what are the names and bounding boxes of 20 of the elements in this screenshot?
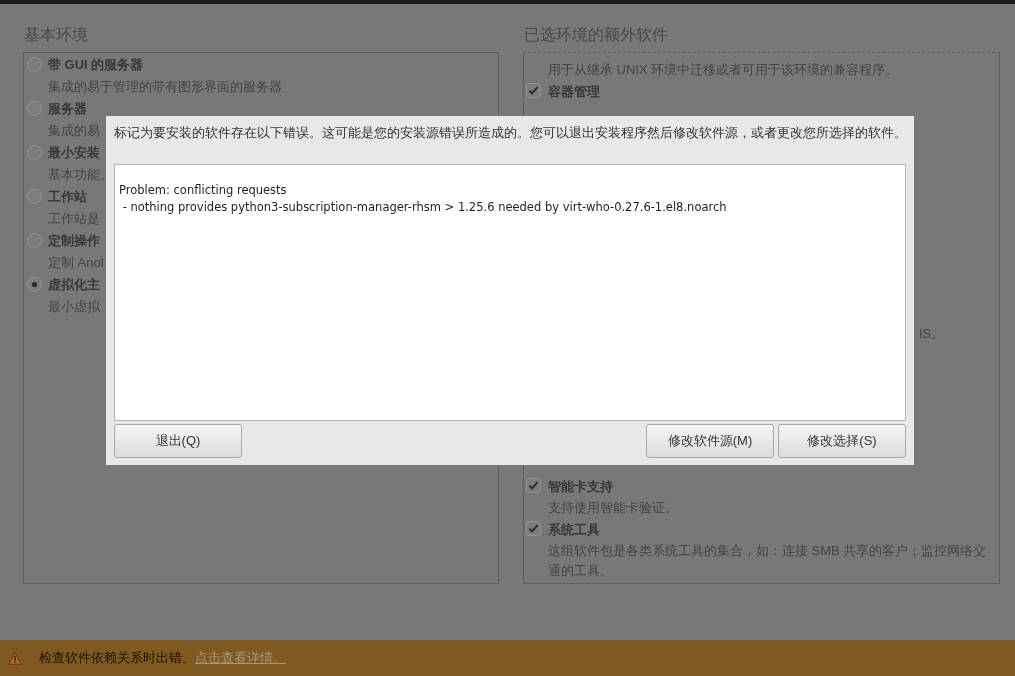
status-message: 检查软件依赖关系时出错。: [39, 649, 195, 668]
radio-button[interactable]: [27, 277, 42, 292]
dialog-message: 标记为要安装的软件存在以下错误。这可能是您的安装源错误所造成的。您可以退出安装程序然后修改软件源，或者更改您所选择的软件。: [114, 124, 907, 142]
group-title: 智能卡支持: [548, 478, 613, 496]
checkbox[interactable]: [526, 478, 541, 493]
group-title: 容器管理: [548, 83, 600, 101]
checkbox[interactable]: [526, 521, 541, 536]
option-title: 最小安装: [48, 144, 100, 162]
group-title: 系统工具: [548, 521, 600, 539]
option-title: 定制操作: [48, 232, 100, 250]
option-title: 带 GUI 的服务器: [48, 56, 144, 74]
option-title: 虚拟化主: [48, 276, 100, 294]
dialog-button[interactable]: 退出(Q): [114, 424, 242, 458]
dialog-button[interactable]: 修改选择(S): [778, 424, 906, 458]
option-title: 工作站: [48, 188, 87, 206]
checkbox[interactable]: [526, 83, 541, 98]
error-details-text-area: Problem: conflicting requests - nothing provides python3-subscription-manager-rhsm > 1.25.6 needed by virt-who-0.27.6-1.el8.noarch: [114, 164, 906, 421]
dialog-button[interactable]: 修改软件源(M): [646, 424, 774, 458]
warning-icon: [8, 651, 22, 665]
option-title: 服务器: [48, 100, 87, 118]
